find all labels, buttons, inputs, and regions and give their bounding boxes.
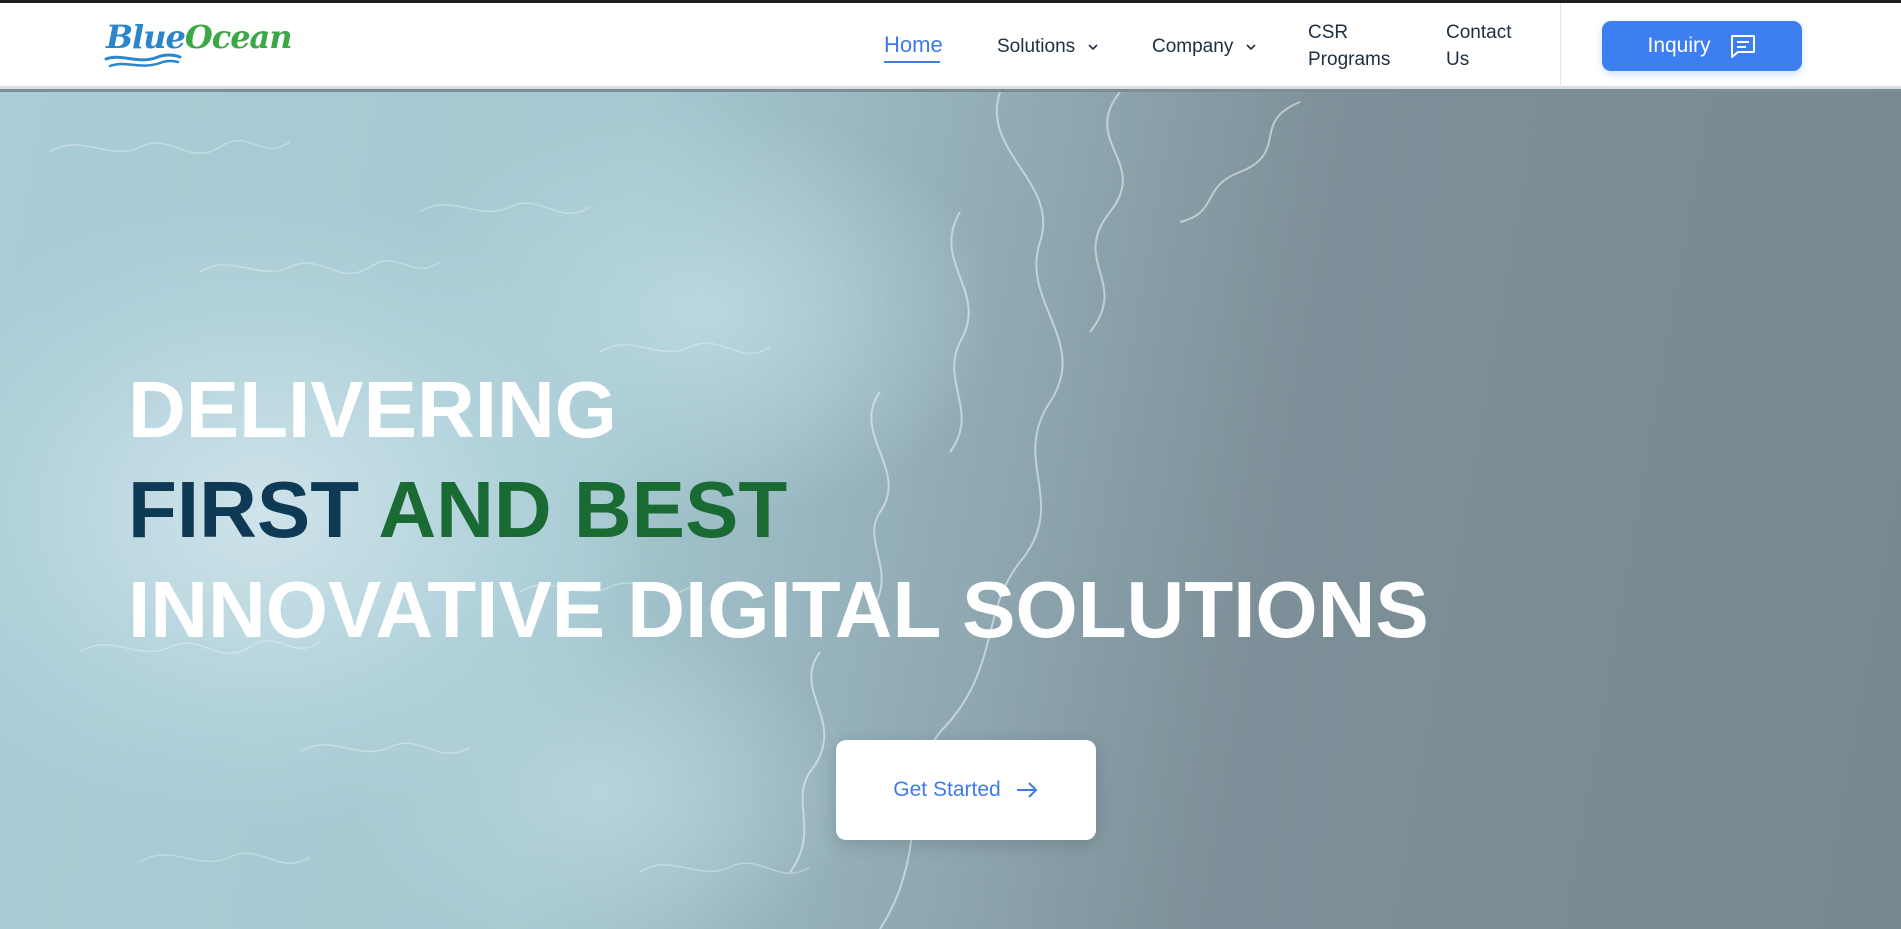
- inquiry-button[interactable]: Inquiry: [1602, 21, 1802, 71]
- site-header: BlueOcean Home Solutions Company CSR Pro…: [0, 3, 1901, 89]
- headline-line-3: INNOVATIVE DIGITAL SOLUTIONS: [128, 565, 1429, 654]
- nav-company-label: Company: [1152, 36, 1234, 57]
- chevron-down-icon: [1246, 43, 1256, 50]
- logo-wordmark: BlueOcean: [106, 18, 293, 56]
- headline-line-2: FIRST AND BEST: [128, 460, 1429, 560]
- get-started-button[interactable]: Get Started: [836, 740, 1096, 840]
- logo-text-ocean: Ocean: [184, 18, 293, 56]
- nav-home-label: Home: [884, 32, 943, 57]
- headline-first: FIRST: [128, 465, 360, 554]
- hero-section: DELIVERING FIRST AND BEST INNOVATIVE DIG…: [0, 92, 1901, 929]
- nav-csr-label-line2: Programs: [1308, 49, 1391, 70]
- nav-solutions[interactable]: Solutions: [997, 33, 1099, 60]
- nav-contact-label-line2: Us: [1446, 49, 1470, 70]
- blueocean-logo[interactable]: BlueOcean: [104, 17, 293, 73]
- nav-contact-us[interactable]: Contact Us: [1446, 19, 1526, 73]
- arrow-right-icon: [1016, 782, 1038, 798]
- logo-wave-icon: [104, 53, 182, 68]
- chat-message-icon: [1730, 35, 1755, 58]
- hero-headline: DELIVERING FIRST AND BEST INNOVATIVE DIG…: [128, 360, 1429, 660]
- nav-csr-programs[interactable]: CSR Programs: [1308, 19, 1398, 73]
- chevron-down-icon: [1088, 43, 1098, 50]
- nav-contact-label-line1: Contact: [1446, 22, 1512, 43]
- nav-active-underline: [884, 61, 940, 63]
- nav-solutions-label: Solutions: [997, 36, 1076, 57]
- header-divider: [1560, 3, 1561, 89]
- inquiry-label: Inquiry: [1647, 34, 1711, 57]
- nav-home[interactable]: Home: [884, 31, 943, 63]
- nav-csr-label-line1: CSR: [1308, 22, 1349, 43]
- nav-company[interactable]: Company: [1152, 33, 1257, 60]
- headline-and-best: AND BEST: [378, 465, 788, 554]
- headline-line-1: DELIVERING: [128, 365, 617, 454]
- get-started-label: Get Started: [893, 778, 1001, 801]
